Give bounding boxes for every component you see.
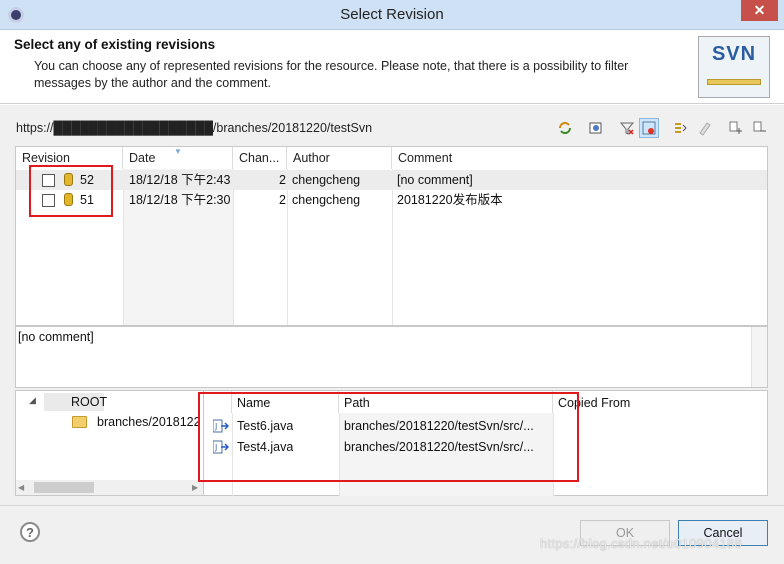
stop-on-copy-icon[interactable] [670, 118, 690, 138]
tree-root-label[interactable]: ROOT [71, 394, 107, 410]
table-row[interactable]: 51 18/12/18 下午2:30 2 chengcheng 20181220… [16, 190, 767, 210]
annotation-box-revisions [29, 165, 113, 217]
table-row[interactable]: 52 18/12/18 下午2:43 2 chengcheng [no comm… [16, 170, 767, 190]
revision-date: 18/12/18 下午2:43 [129, 173, 231, 187]
revision-changes: 2 [279, 193, 286, 207]
filter-icon[interactable] [617, 118, 637, 138]
help-icon[interactable]: ? [20, 522, 40, 542]
revision-changes: 2 [279, 173, 286, 187]
hide-unrelated-icon[interactable] [639, 118, 659, 138]
watermark: https://blog.csdn.net/u010904188 [540, 536, 742, 551]
annotation-box-files [198, 392, 579, 482]
comment-pane[interactable] [15, 326, 768, 388]
close-button[interactable]: ✕ [741, 0, 778, 21]
compare-icon[interactable] [586, 118, 606, 138]
svn-logo-icon: SVN [698, 36, 770, 98]
col-header-comment[interactable]: Comment [392, 147, 767, 169]
collapse-icon[interactable] [749, 118, 769, 138]
comment-scrollbar[interactable] [751, 327, 767, 387]
refresh-icon[interactable] [555, 118, 575, 138]
header-title: Select any of existing revisions [14, 37, 216, 52]
revision-comment: [no comment] [397, 173, 473, 187]
revision-comment: 20181220发布版本 [397, 193, 503, 207]
col-header-author[interactable]: Author [287, 147, 392, 169]
svn-logo-text: SVN [711, 43, 757, 65]
header-description: You can choose any of represented revisi… [34, 59, 629, 90]
footer-divider [0, 505, 784, 506]
col-header-changes[interactable]: Chan... [233, 147, 287, 169]
clear-filter-icon[interactable] [694, 118, 714, 138]
expand-icon[interactable] [725, 118, 745, 138]
tree-branch-label[interactable]: branches/2018122 [97, 414, 201, 430]
resource-url: https://██████████████████/branches/2018… [16, 121, 373, 135]
col-header-copied-from[interactable]: Copied From [553, 391, 767, 413]
revisions-table[interactable]: Revision Date ▼ Chan... Author Comment 5… [15, 146, 768, 326]
revision-author: chengcheng [292, 193, 361, 207]
revision-date: 18/12/18 下午2:30 [129, 193, 231, 207]
sort-arrow-icon: ▼ [174, 147, 182, 156]
comment-text: [no comment] [18, 330, 94, 344]
tree-scrollbar[interactable]: ◀ ▶ [16, 480, 203, 495]
expand-arrow-icon[interactable]: ◢ [29, 395, 36, 406]
window-title: Select Revision [340, 6, 444, 23]
revision-author: chengcheng [292, 173, 361, 187]
folder-icon [72, 416, 87, 428]
